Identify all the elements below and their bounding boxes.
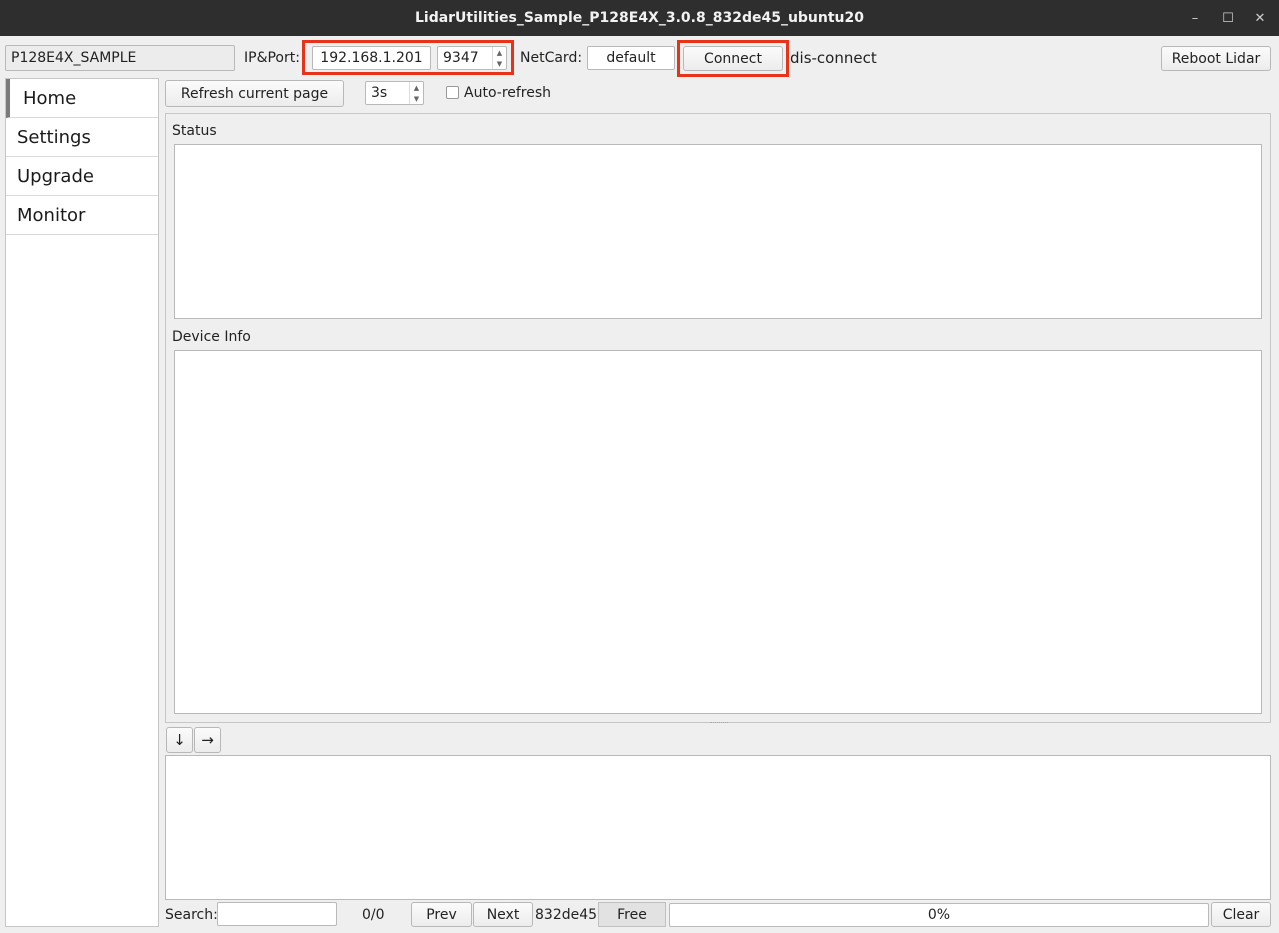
match-count: 0/0	[362, 907, 385, 923]
search-input[interactable]	[217, 902, 337, 926]
connect-label: Connect	[704, 50, 762, 67]
netcard-label: NetCard:	[520, 50, 583, 66]
clear-label: Clear	[1222, 906, 1260, 923]
reboot-lidar-button[interactable]: Reboot Lidar	[1161, 46, 1271, 71]
clear-button[interactable]: Clear	[1211, 902, 1271, 927]
sidebar-item-settings[interactable]: Settings	[6, 118, 158, 157]
sidebar: Home Settings Upgrade Monitor	[5, 78, 159, 927]
sidebar-item-label: Home	[23, 87, 77, 109]
log-output[interactable]	[165, 755, 1271, 900]
sidebar-item-label: Settings	[17, 126, 91, 148]
reboot-lidar-label: Reboot Lidar	[1171, 50, 1261, 67]
down-arrow-icon: ↓	[173, 731, 186, 749]
netcard-input[interactable]: default	[587, 46, 675, 70]
progress-bar: 0%	[669, 903, 1209, 927]
status-panel	[174, 144, 1262, 319]
prev-button[interactable]: Prev	[411, 902, 472, 927]
device-info-title: Device Info	[172, 329, 251, 345]
scroll-down-button[interactable]: ↓	[166, 727, 193, 753]
sidebar-item-upgrade[interactable]: Upgrade	[6, 157, 158, 196]
port-text: 9347	[443, 50, 479, 66]
next-label: Next	[486, 906, 520, 923]
free-status: Free	[598, 902, 666, 927]
progress-text: 0%	[927, 907, 951, 923]
close-icon[interactable]: ✕	[1245, 0, 1275, 36]
prev-label: Prev	[426, 906, 457, 923]
spin-down-icon[interactable]: ▼	[410, 93, 423, 104]
netcard-text: default	[606, 50, 656, 66]
refresh-current-page-button[interactable]: Refresh current page	[165, 80, 344, 107]
spin-up-icon[interactable]: ▲	[493, 47, 506, 58]
auto-refresh-label: Auto-refresh	[464, 85, 552, 101]
port-spinbox[interactable]: 9347 ▲ ▼	[437, 46, 507, 70]
refresh-interval-spinbox[interactable]: 3s ▲ ▼	[365, 81, 424, 105]
right-arrow-icon: →	[201, 731, 214, 749]
refresh-label: Refresh current page	[180, 85, 329, 102]
next-button[interactable]: Next	[473, 902, 533, 927]
ip-port-label: IP&Port:	[244, 50, 300, 66]
connection-status: dis-connect	[790, 49, 877, 67]
auto-refresh-checkbox[interactable]	[446, 86, 459, 99]
sidebar-item-label: Upgrade	[17, 165, 94, 187]
interval-spin-buttons[interactable]: ▲ ▼	[409, 82, 423, 104]
spin-up-icon[interactable]: ▲	[410, 82, 423, 93]
sidebar-item-monitor[interactable]: Monitor	[6, 196, 158, 235]
scroll-right-button[interactable]: →	[194, 727, 221, 753]
window-titlebar: LidarUtilities_Sample_P128E4X_3.0.8_832d…	[0, 0, 1279, 36]
device-info-panel	[174, 350, 1262, 714]
device-name-field[interactable]: P128E4X_SAMPLE	[5, 45, 235, 71]
free-label: Free	[617, 906, 647, 923]
port-spin-buttons[interactable]: ▲ ▼	[492, 47, 506, 69]
maximize-icon[interactable]: ☐	[1213, 0, 1243, 36]
sidebar-item-label: Monitor	[17, 204, 86, 226]
status-title: Status	[172, 123, 217, 139]
sidebar-item-home[interactable]: Home	[6, 79, 158, 118]
device-name-text: P128E4X_SAMPLE	[11, 50, 137, 66]
search-label: Search:	[165, 907, 218, 923]
ip-address-text: 192.168.1.201	[320, 50, 423, 66]
splitter-handle[interactable]	[710, 722, 728, 725]
minimize-icon[interactable]: –	[1180, 0, 1210, 36]
home-info-group: Status Device Info	[165, 113, 1271, 723]
version-label: 832de45	[535, 907, 598, 923]
refresh-interval-text: 3s	[371, 85, 388, 101]
window-title: LidarUtilities_Sample_P128E4X_3.0.8_832d…	[414, 10, 865, 26]
ip-address-input[interactable]: 192.168.1.201	[312, 46, 431, 70]
connect-button[interactable]: Connect	[683, 46, 783, 71]
checkbox-icon[interactable]	[446, 86, 459, 99]
spin-down-icon[interactable]: ▼	[493, 58, 506, 69]
